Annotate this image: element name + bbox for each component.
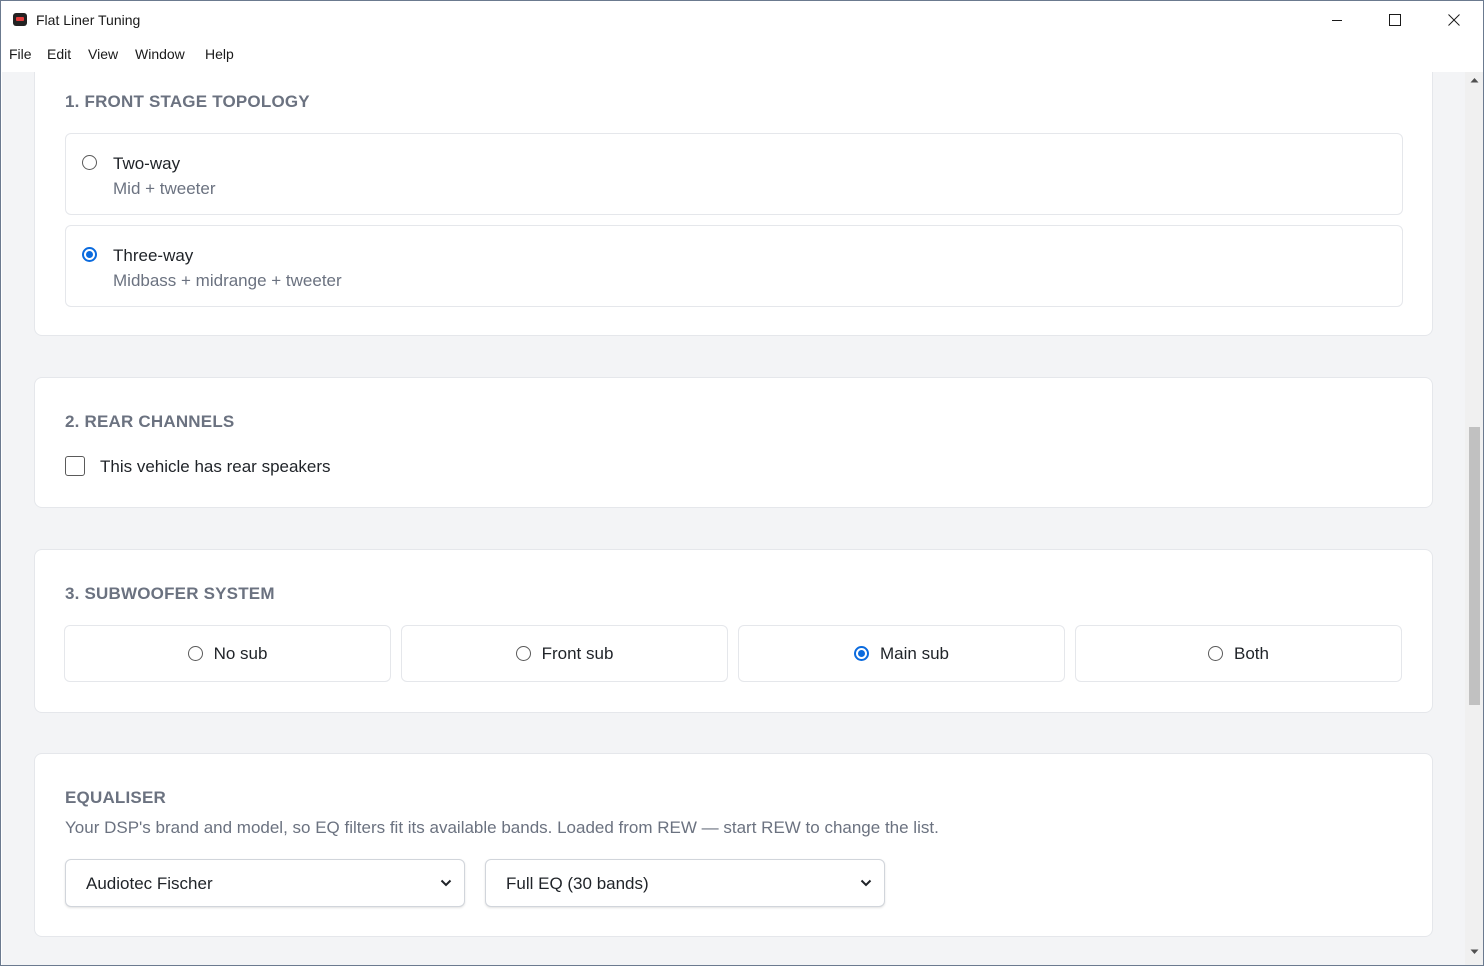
equaliser-card: EQUALISER Your DSP's brand and model, so… [34, 753, 1433, 937]
scroll-down-arrow-icon[interactable] [1470, 949, 1479, 955]
equaliser-description: Your DSP's brand and model, so EQ filter… [65, 818, 939, 837]
main-content: 1. FRONT STAGE TOPOLOGY Two-way Mid + tw… [2, 72, 1465, 965]
equaliser-title: EQUALISER [65, 788, 166, 807]
dsp-brand-select[interactable]: Audiotec Fischer [65, 859, 465, 907]
sub-option-both[interactable]: Both [1075, 625, 1402, 682]
rear-speakers-checkbox[interactable] [65, 456, 85, 476]
scrollbar-thumb[interactable] [1469, 427, 1480, 705]
title-bar: Flat Liner Tuning [1, 1, 1483, 39]
dsp-brand-value: Audiotec Fischer [86, 874, 213, 893]
maximize-icon [1389, 14, 1401, 26]
three-way-description: Midbass + midrange + tweeter [113, 271, 342, 290]
front-stage-card: 1. FRONT STAGE TOPOLOGY Two-way Mid + tw… [34, 72, 1433, 336]
rear-channels-title: 2. REAR CHANNELS [65, 412, 235, 431]
window-title: Flat Liner Tuning [36, 12, 141, 28]
app-window: Flat Liner Tuning File Edit View Window … [0, 0, 1484, 966]
dsp-model-select[interactable]: Full EQ (30 bands) [485, 859, 885, 907]
no-sub-radio[interactable] [187, 646, 203, 661]
front-sub-radio[interactable] [515, 646, 531, 661]
two-way-radio[interactable] [82, 155, 97, 170]
sub-option-no-sub[interactable]: No sub [64, 625, 391, 682]
both-label: Both [1234, 643, 1269, 663]
rear-speakers-label[interactable]: This vehicle has rear speakers [100, 457, 331, 477]
maximize-button[interactable] [1366, 1, 1424, 39]
sub-option-front-sub[interactable]: Front sub [401, 625, 728, 682]
three-way-radio[interactable] [82, 247, 97, 262]
close-icon [1448, 14, 1460, 26]
menu-window[interactable]: Window [135, 46, 185, 62]
vertical-scrollbar[interactable] [1465, 72, 1483, 965]
three-way-label: Three-way [113, 246, 194, 265]
app-logo-icon [13, 13, 27, 26]
option-two-way[interactable]: Two-way Mid + tweeter [65, 133, 1403, 215]
chevron-down-icon [440, 879, 452, 887]
menu-bar: File Edit View Window Help [1, 39, 1483, 71]
close-button[interactable] [1425, 1, 1483, 39]
two-way-label: Two-way [113, 154, 181, 173]
menu-view[interactable]: View [88, 46, 118, 62]
two-way-description: Mid + tweeter [113, 179, 216, 198]
option-three-way[interactable]: Three-way Midbass + midrange + tweeter [65, 225, 1403, 307]
front-stage-title: 1. FRONT STAGE TOPOLOGY [65, 92, 310, 111]
menu-file[interactable]: File [9, 46, 32, 62]
subwoofer-title: 3. SUBWOOFER SYSTEM [65, 584, 275, 603]
chevron-down-icon [860, 879, 872, 887]
main-sub-radio[interactable] [854, 646, 869, 661]
front-sub-label: Front sub [541, 643, 614, 663]
dsp-model-value: Full EQ (30 bands) [506, 874, 649, 893]
sub-option-main-sub[interactable]: Main sub [738, 625, 1065, 682]
menu-edit[interactable]: Edit [47, 46, 71, 62]
minimize-icon [1332, 20, 1342, 21]
no-sub-label: No sub [213, 643, 268, 663]
main-sub-label: Main sub [880, 643, 949, 663]
rear-channels-card: 2. REAR CHANNELS This vehicle has rear s… [34, 377, 1433, 508]
both-radio[interactable] [1208, 646, 1223, 661]
menu-help[interactable]: Help [205, 46, 234, 62]
scroll-up-arrow-icon[interactable] [1470, 77, 1479, 83]
minimize-button[interactable] [1308, 1, 1366, 39]
